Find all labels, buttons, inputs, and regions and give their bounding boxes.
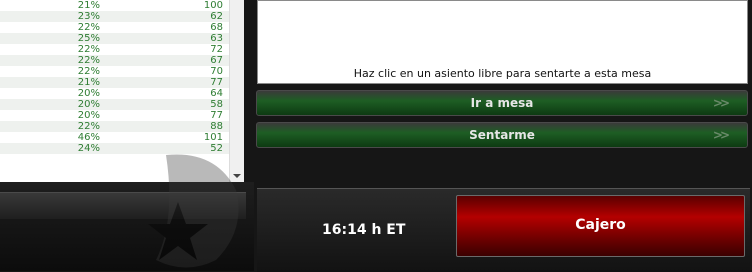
go-to-table-label: Ir a mesa — [470, 96, 534, 110]
double-arrow-icon: >> — [712, 128, 730, 142]
table-row[interactable]: 25% 63 — [0, 33, 244, 44]
table-row[interactable]: 22% 88 — [0, 121, 244, 132]
row-count: 101 — [203, 132, 223, 143]
row-count: 77 — [210, 110, 223, 121]
row-percent: 22% — [77, 55, 100, 66]
row-count: 64 — [210, 88, 223, 99]
row-percent: 25% — [77, 33, 100, 44]
row-percent: 46% — [77, 132, 100, 143]
row-count: 88 — [210, 121, 223, 132]
row-percent: 21% — [77, 77, 100, 88]
cashier-button[interactable]: Cajero — [456, 195, 745, 257]
table-row[interactable]: 22% 67 — [0, 55, 244, 66]
table-row[interactable]: 20% 64 — [0, 88, 244, 99]
row-percent: 20% — [77, 99, 100, 110]
table-row[interactable]: 23% 62 — [0, 11, 244, 22]
row-count: 70 — [210, 66, 223, 77]
row-percent: 21% — [77, 0, 100, 11]
row-percent: 20% — [77, 110, 100, 121]
row-percent: 23% — [77, 11, 100, 22]
table-rows: 21% 100 23% 62 22% 68 25% 63 22% 72 22% 67 22% 70 21% 7… — [0, 0, 244, 154]
table-preview-panel: Haz clic en un asiento libre para sentar… — [257, 0, 748, 84]
row-count: 63 — [210, 33, 223, 44]
row-percent: 22% — [77, 44, 100, 55]
table-row[interactable]: 21% 77 — [0, 77, 244, 88]
row-percent: 22% — [77, 22, 100, 33]
row-percent: 22% — [77, 66, 100, 77]
sit-down-button[interactable]: Sentarme >> — [256, 122, 748, 148]
clock-time: 16:14 h ET — [322, 222, 406, 238]
row-count: 72 — [210, 44, 223, 55]
row-percent: 20% — [77, 88, 100, 99]
table-row[interactable]: 22% 72 — [0, 44, 244, 55]
table-row[interactable]: 20% 58 — [0, 99, 244, 110]
sit-down-label: Sentarme — [469, 128, 535, 142]
row-count: 77 — [210, 77, 223, 88]
star-logo-icon — [148, 154, 239, 268]
row-count: 62 — [210, 11, 223, 22]
seat-instruction-text: Haz clic en un asiento libre para sentar… — [353, 67, 652, 80]
double-arrow-icon: >> — [712, 96, 730, 110]
table-row[interactable]: 22% 68 — [0, 22, 244, 33]
row-count: 58 — [210, 99, 223, 110]
row-count: 100 — [203, 0, 223, 11]
table-row[interactable]: 21% 100 — [0, 0, 244, 11]
row-count: 68 — [210, 22, 223, 33]
cashier-label: Cajero — [575, 217, 626, 233]
table-row[interactable]: 20% 77 — [0, 110, 244, 121]
row-count: 67 — [210, 55, 223, 66]
table-row[interactable]: 22% 70 — [0, 66, 244, 77]
go-to-table-button[interactable]: Ir a mesa >> — [256, 90, 748, 116]
table-row[interactable]: 46% 101 — [0, 132, 244, 143]
row-percent: 24% — [77, 143, 100, 154]
row-percent: 22% — [77, 121, 100, 132]
